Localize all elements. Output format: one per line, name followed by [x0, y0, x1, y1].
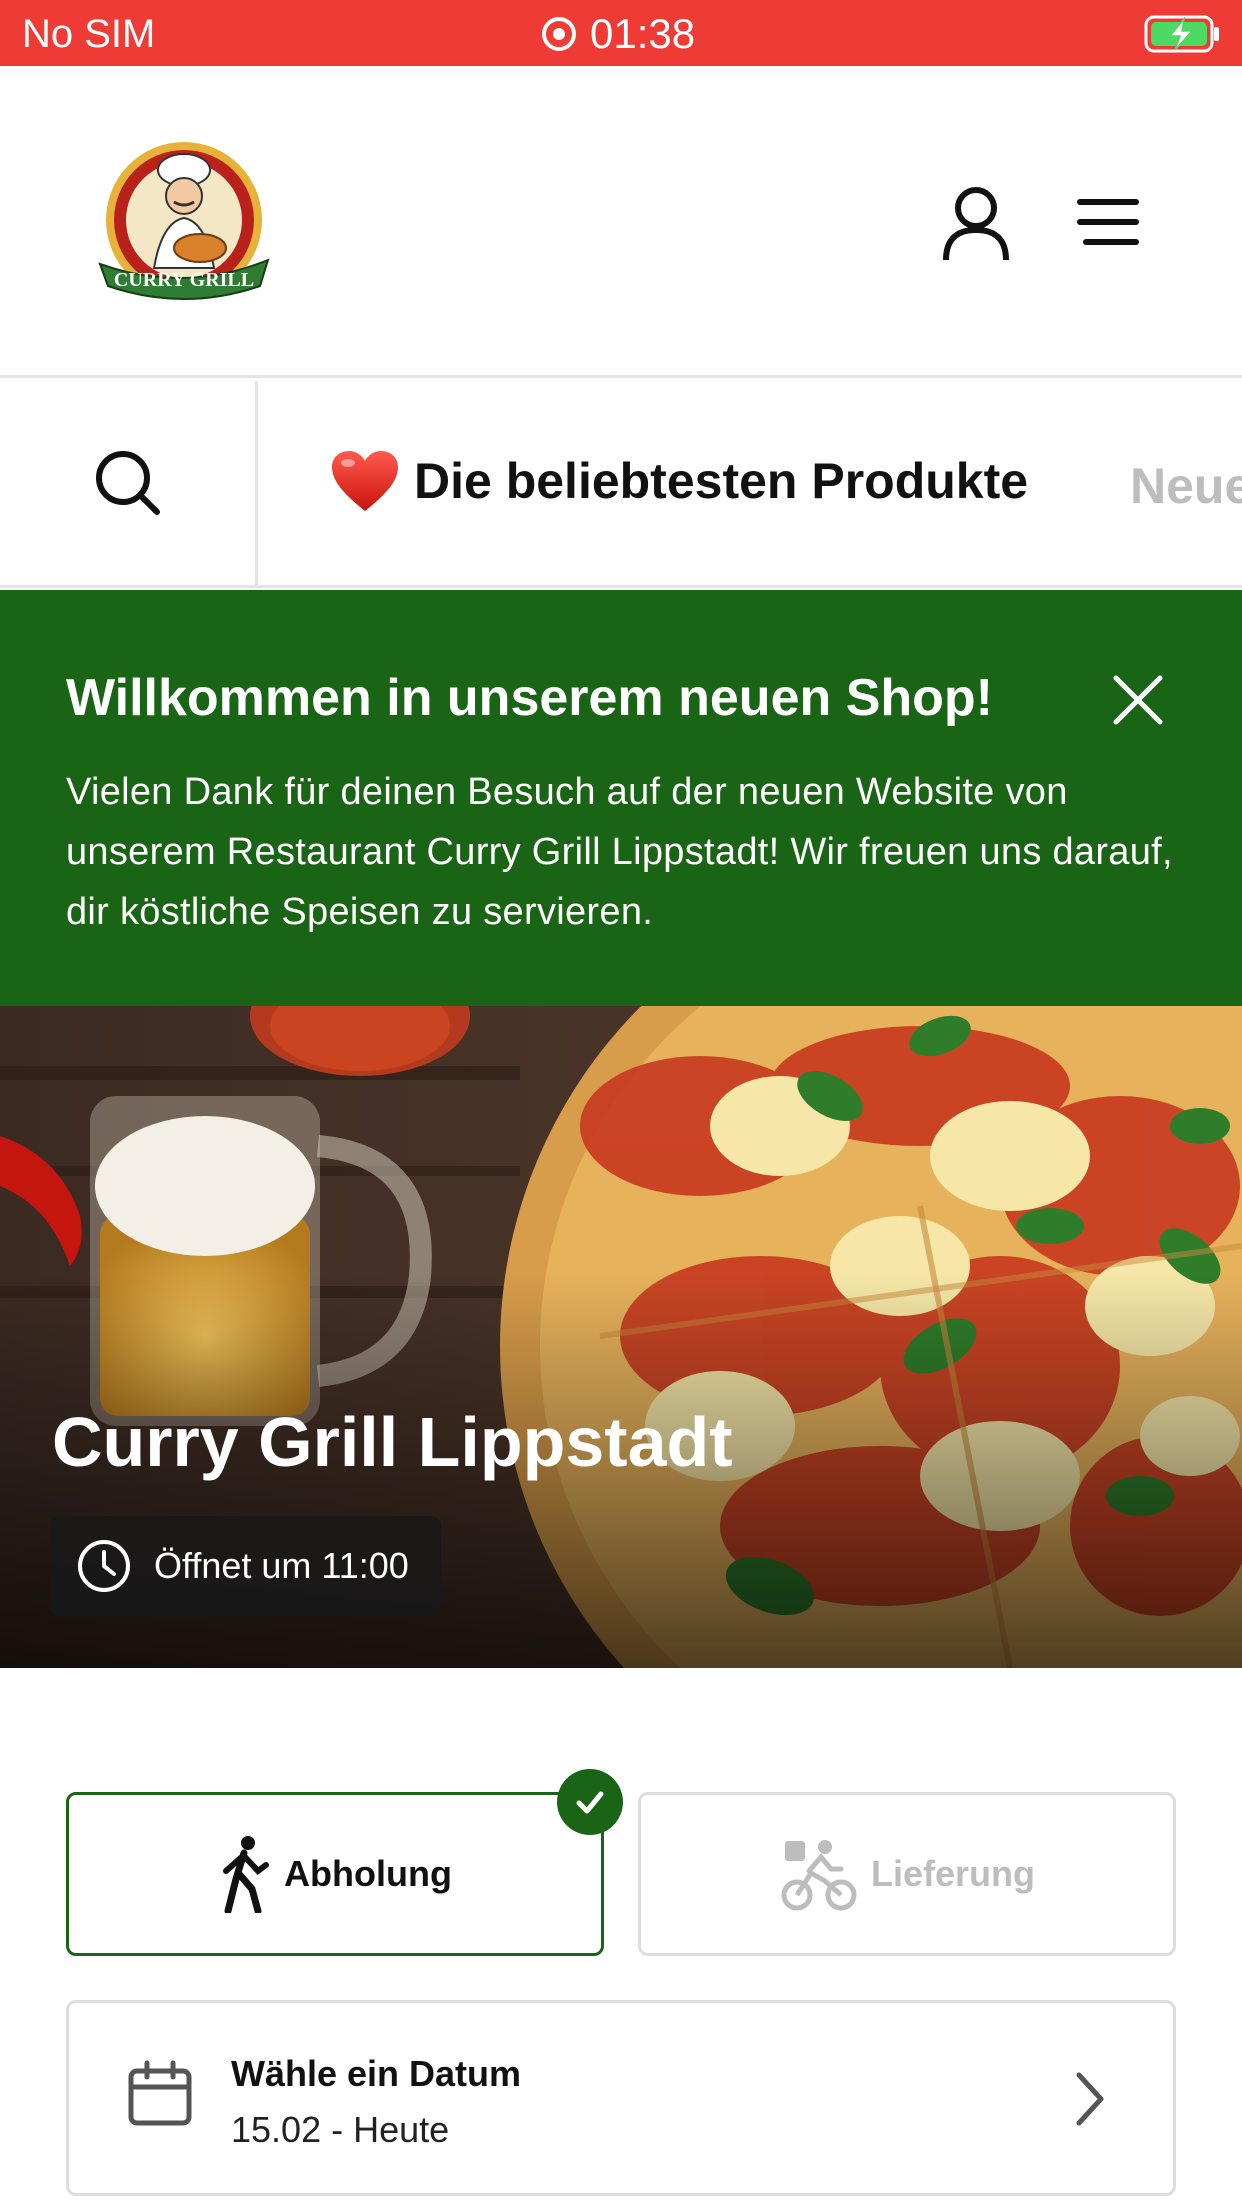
hero-banner: Curry Grill Lippstadt Öffnet um 11:00 — [0, 1006, 1242, 1668]
pickup-label: Abholung — [284, 1853, 452, 1894]
welcome-banner: Willkommen in unserem neuen Shop! Vielen… — [0, 590, 1242, 1006]
date-picker[interactable]: Wähle ein Datum 15.02 - Heute — [66, 2000, 1176, 2196]
chevron-right-icon — [1076, 2072, 1104, 2126]
carrier-label: No SIM — [22, 12, 156, 56]
opening-hours-badge: Öffnet um 11:00 — [50, 1516, 441, 1616]
heart-icon — [332, 451, 398, 511]
search-icon — [95, 451, 160, 515]
walking-person-icon — [223, 1836, 270, 1913]
tab-popular-label: Die beliebtesten Produkte — [414, 453, 1029, 509]
curry-grill-logo[interactable]: CURRY GRILL — [92, 136, 272, 316]
logo-text: CURRY GRILL — [114, 269, 254, 291]
status-center: 01:38 — [542, 10, 695, 58]
category-bar: Die beliebtesten Produkte Neue — [0, 381, 1242, 588]
close-icon[interactable] — [1108, 670, 1168, 730]
battery-charging-icon — [1144, 15, 1219, 53]
opening-hours-text: Öffnet um 11:00 — [154, 1545, 409, 1586]
pickup-option[interactable]: Abholung — [66, 1769, 623, 1956]
bicycle-courier-icon — [781, 1840, 857, 1911]
welcome-title: Willkommen in unserem neuen Shop! — [66, 669, 993, 727]
welcome-text: Vielen Dank für deinen Besuch auf der ne… — [66, 771, 1173, 933]
clock-icon — [78, 1540, 130, 1592]
date-value: 15.02 - Heute — [231, 2109, 450, 2150]
tab-popular-products[interactable]: Die beliebtesten Produkte — [330, 449, 1028, 513]
date-title: Wähle ein Datum — [231, 2053, 522, 2094]
status-time: 01:38 — [590, 10, 696, 57]
search-button[interactable] — [0, 381, 258, 585]
delivery-option[interactable]: Lieferung — [638, 1792, 1176, 1956]
site-header: CURRY GRILL — [0, 66, 1242, 378]
account-icon[interactable] — [940, 184, 1012, 264]
checkmark-icon — [576, 1791, 604, 1814]
restaurant-name: Curry Grill Lippstadt — [52, 1403, 733, 1481]
tab-new[interactable]: Neue — [1130, 457, 1242, 515]
hamburger-menu-icon[interactable] — [1076, 196, 1140, 248]
status-bar: No SIM 01:38 — [0, 0, 1242, 66]
screen-record-icon — [542, 17, 576, 51]
selected-check-badge — [557, 1769, 623, 1835]
calendar-icon — [128, 2060, 192, 2126]
delivery-label: Lieferung — [870, 1853, 1035, 1894]
